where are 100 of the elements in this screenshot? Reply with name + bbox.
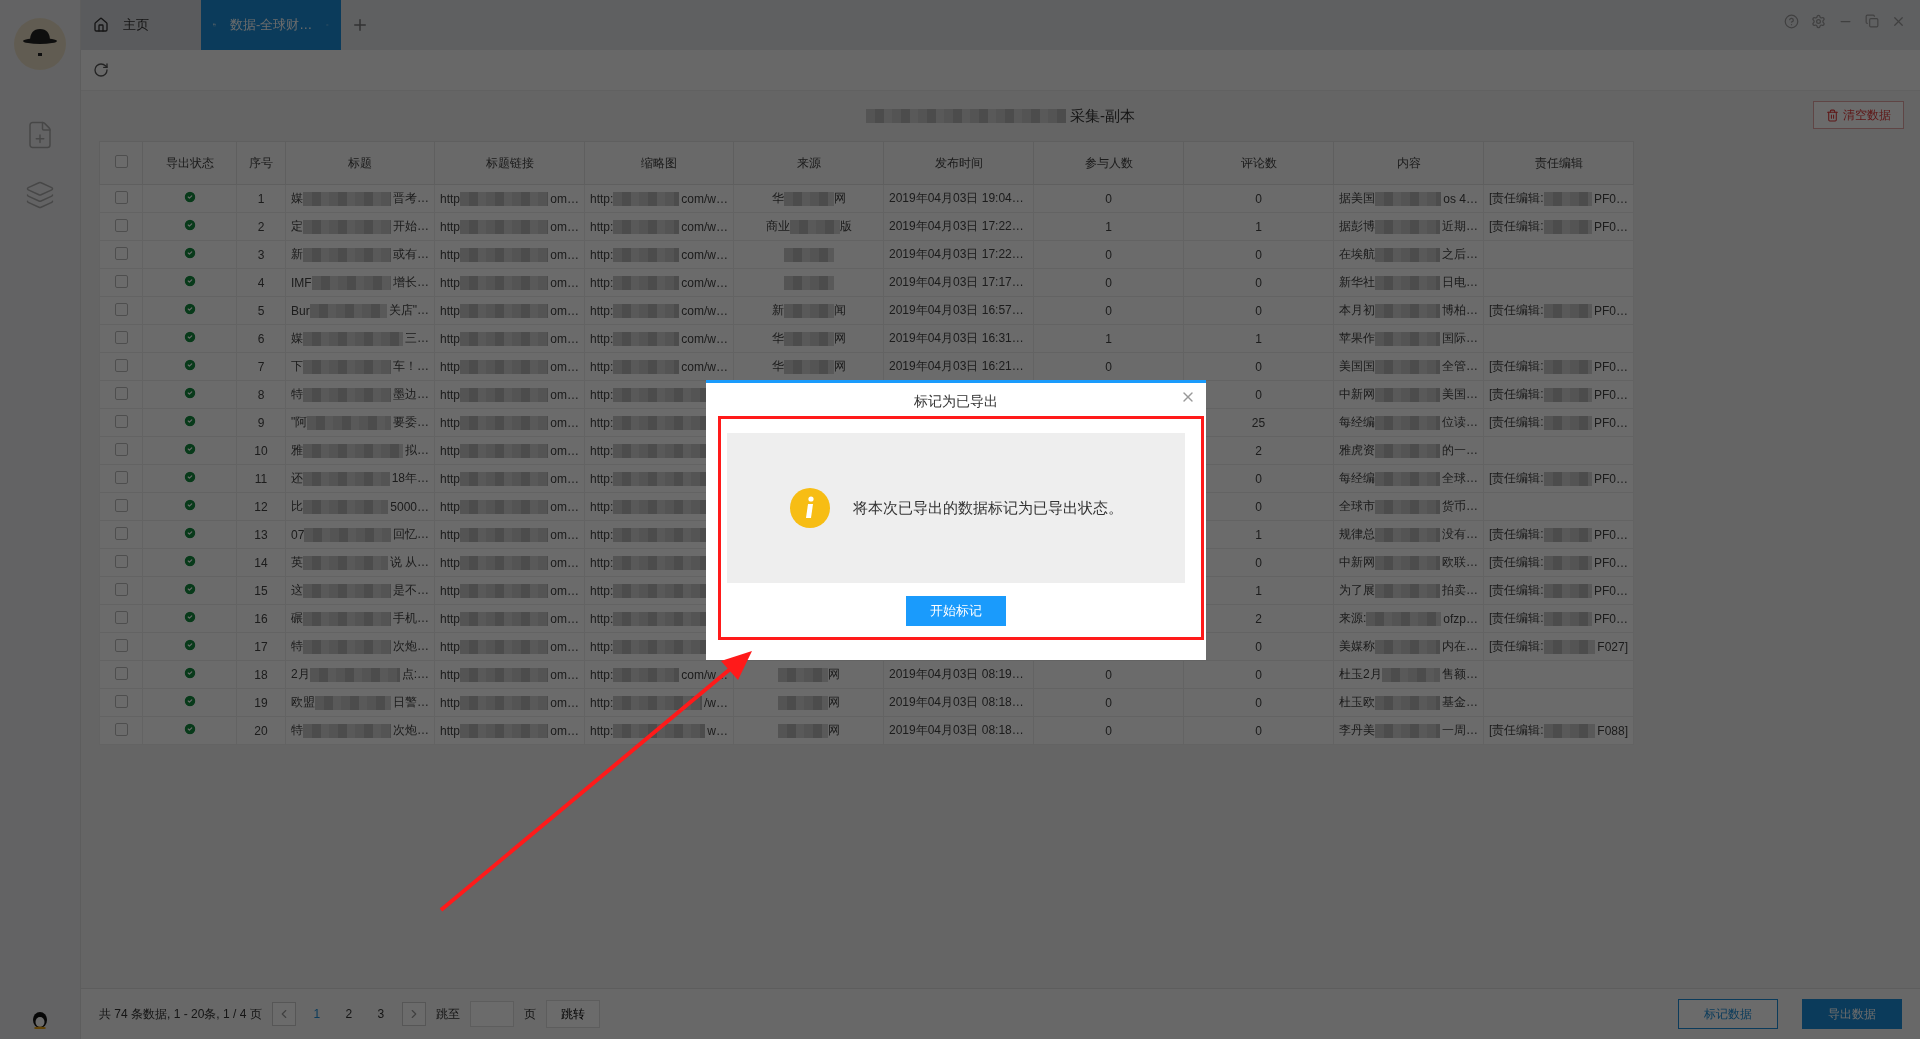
table-cell: http: [590,191,614,206]
previous-page-button[interactable] [271,1002,296,1026]
close-icon[interactable] [1891,14,1906,29]
tab[interactable]: 数据-全球财… [201,0,341,50]
table-cell: 次炮… [393,638,429,655]
page-button[interactable]: 2 [337,1002,360,1026]
table-cell: http: [590,723,614,738]
table-cell: http: [590,499,614,514]
layers-icon[interactable] [25,180,55,210]
blurred-text [1543,527,1592,542]
table-cell: om… [550,191,579,206]
tab[interactable]: 主页 [81,0,201,50]
checkbox[interactable] [114,358,128,372]
checkbox[interactable] [114,498,128,512]
start-marking-button[interactable]: 开始标记 [906,596,1006,626]
checkbox[interactable] [114,526,128,540]
checkbox[interactable] [114,554,128,568]
table-cell: http: [590,639,614,654]
table-cell-text: 2019年04月03日 08:18… [889,722,1025,739]
checkbox[interactable] [114,330,128,344]
table-cell: PF0… [1594,527,1628,542]
page-button[interactable]: 1 [305,1002,328,1026]
blurred-text [613,191,680,206]
blurred-text [1543,611,1592,626]
table-cell: [责任编辑: [1489,722,1544,739]
checkbox[interactable] [114,582,128,596]
table-cell-text: 2019年04月03日 08:18… [889,694,1025,711]
table-cell-text: 0 [1104,695,1113,710]
table-cell-text: 2019年04月03日 16:21… [889,358,1025,375]
table-cell: 李丹美 [1339,722,1375,739]
checkbox[interactable] [114,638,128,652]
restore-icon[interactable] [1865,14,1879,28]
table-cell: 2月 [291,666,310,683]
table-cell: http [440,499,460,514]
table-cell: 拍卖… [1442,582,1478,599]
blurred-text [1543,191,1592,206]
table-cell: 规律总 [1339,526,1375,543]
checkbox[interactable] [114,246,128,260]
checkbox[interactable] [114,722,128,736]
table-cell: 18年… [391,470,429,487]
page-unit: 页 [523,1005,536,1023]
penguin-icon[interactable] [31,1009,49,1029]
page-button[interactable]: 3 [369,1002,392,1026]
checkbox[interactable] [114,274,128,288]
checkbox[interactable] [114,470,128,484]
table-cell: http [440,191,460,206]
table-cell: http [440,415,460,430]
checkbox[interactable] [114,414,128,428]
page-title: 采集-副本 [1070,106,1135,126]
table-cell: com/w… [681,247,728,262]
checkbox[interactable] [114,302,128,316]
table-cell: [责任编辑: [1489,526,1544,543]
checkbox[interactable] [114,218,128,232]
table-cell: 新华社 [1339,274,1375,291]
checkbox[interactable] [114,610,128,624]
table-cell: 7 [236,352,286,381]
table-cell: 货币… [1442,498,1478,515]
settings-icon[interactable] [1811,14,1826,29]
checkbox[interactable] [114,155,128,168]
table-cell: om… [550,359,579,374]
table-cell: [责任编辑: [1489,582,1544,599]
action-button[interactable]: 导出数据 [1802,999,1902,1029]
table-cell: http [440,471,460,486]
checkbox[interactable] [114,386,128,400]
action-button[interactable]: 标记数据 [1678,999,1778,1029]
table-cell: http: [590,555,614,570]
blurred-text [1381,667,1440,682]
clear-data-button[interactable]: 清空数据 [1813,101,1904,129]
add-tab-icon[interactable] [351,16,369,34]
help-icon[interactable] [1784,14,1799,29]
table-cell: PF0… [1594,555,1628,570]
table-cell: 19 [236,688,286,717]
table-cell: http [440,303,460,318]
refresh-icon[interactable] [93,62,109,78]
dialog-message: 将本次已导出的数据标记为已导出状态。 [853,498,1123,518]
avatar[interactable] [14,18,66,70]
table-cell: om… [550,275,579,290]
table-cell-text: 0 [1254,247,1263,262]
blurred-text [1375,191,1442,206]
blurred-text [1375,219,1440,234]
checkbox[interactable] [114,442,128,456]
blurred-text [1375,499,1440,514]
table-cell: 或有… [393,246,429,263]
column-header: 来源 [733,141,884,185]
checkbox[interactable] [114,190,128,204]
table-cell: com/w… [681,219,728,234]
table-cell: 全球市 [1339,498,1375,515]
table-cell: [责任编辑: [1489,218,1544,235]
jump-button[interactable]: 跳转 [545,1000,600,1028]
table-cell: 1 [236,184,286,213]
checkbox[interactable] [114,666,128,680]
table-cell: [责任编辑: [1489,190,1544,207]
table-cell: com/w… [681,275,728,290]
next-page-button[interactable] [401,1002,426,1026]
checkbox[interactable] [114,694,128,708]
table-cell-text: 0 [1254,191,1263,206]
table-cell: http: [590,443,614,458]
table-cell: 还 [291,470,303,487]
blurred-text [613,359,680,374]
table-cell-text: 0 [1104,275,1113,290]
